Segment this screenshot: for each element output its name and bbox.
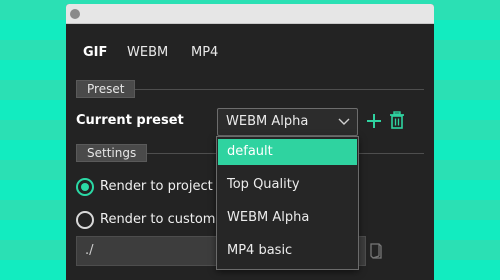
radio-custom-folder[interactable] [76, 211, 94, 229]
dropdown-option-top-quality[interactable]: Top Quality [218, 172, 357, 198]
render-project-folder-label: Render to project fol [100, 179, 233, 194]
radio-project-folder[interactable] [76, 178, 94, 196]
dropdown-option-default[interactable]: default [218, 139, 357, 165]
plus-icon[interactable] [365, 112, 383, 130]
preset-select-value: WEBM Alpha [226, 114, 309, 129]
preset-dropdown-menu: default Top Quality WEBM Alpha MP4 basic [216, 136, 359, 270]
preset-section-label: Preset [76, 80, 136, 98]
tab-gif[interactable]: GIF [83, 45, 107, 60]
window-control-dot[interactable] [70, 9, 80, 19]
dropdown-option-mp4-basic[interactable]: MP4 basic [218, 238, 357, 264]
chevron-down-icon [338, 118, 350, 125]
preset-select[interactable]: WEBM Alpha [217, 108, 358, 136]
current-preset-label: Current preset [76, 113, 184, 128]
tab-webm[interactable]: WEBM [127, 45, 168, 60]
trash-icon[interactable] [389, 111, 405, 130]
title-bar[interactable] [66, 4, 434, 24]
folder-icon[interactable] [369, 242, 383, 260]
render-custom-folder-label: Render to custom fo [100, 212, 233, 227]
settings-section-label: Settings [76, 144, 148, 162]
preset-section-header: Preset [76, 80, 424, 98]
dropdown-option-webm-alpha[interactable]: WEBM Alpha [218, 205, 357, 231]
format-tabs: GIF WEBM MP4 [66, 24, 434, 64]
tab-mp4[interactable]: MP4 [191, 45, 218, 60]
